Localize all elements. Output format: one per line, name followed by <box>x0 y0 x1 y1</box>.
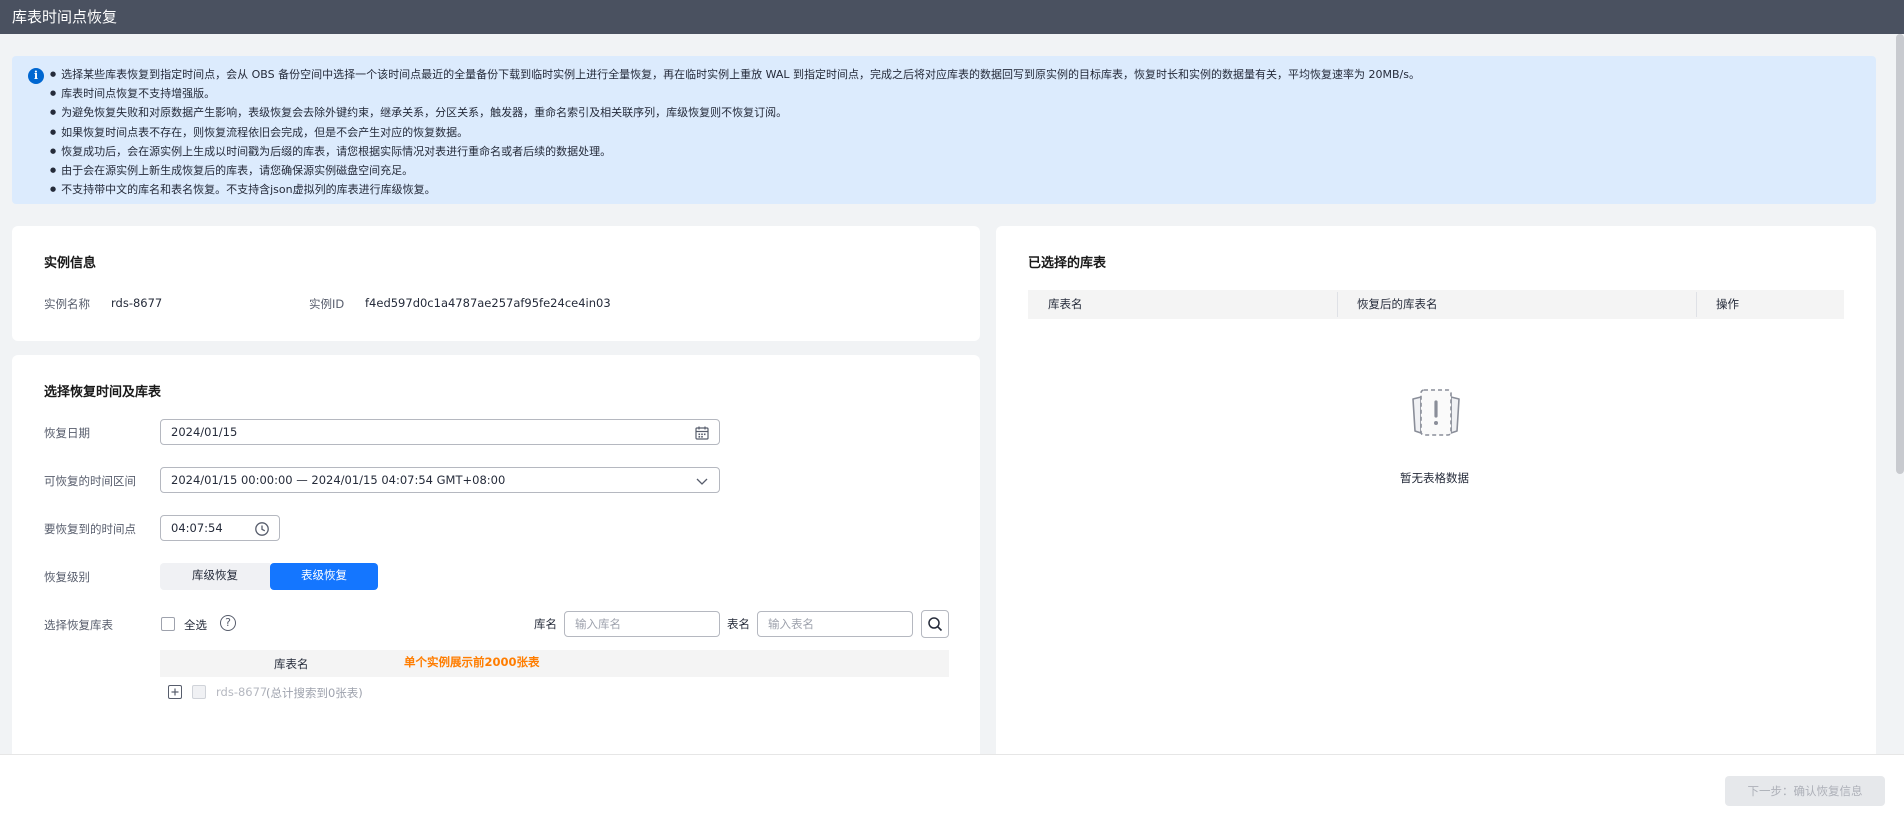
restore-date-label: 恢复日期 <box>44 426 90 440</box>
notice-item: 如果恢复时间点表不存在，则恢复流程依旧会完成，但是不会产生对应的恢复数据。 <box>50 124 1420 143</box>
footer-bar <box>0 754 1904 813</box>
instance-name-label: 实例名称 <box>44 297 90 311</box>
col-divider <box>1696 292 1697 317</box>
empty-data-text: 暂无表格数据 <box>1400 471 1469 485</box>
expand-icon[interactable] <box>168 685 182 699</box>
table-name-field[interactable] <box>758 612 912 636</box>
row-db-name: rds-8677 <box>216 685 268 699</box>
select-tables-label: 选择恢复库表 <box>44 618 113 632</box>
header-bar: 库表时间点恢复 <box>0 0 1904 34</box>
restore-settings-card <box>12 355 980 775</box>
help-icon[interactable]: ? <box>220 615 236 631</box>
table-name-label: 表名 <box>727 617 750 631</box>
instance-id-label: 实例ID <box>309 297 345 311</box>
selected-tables-title: 已选择的库表 <box>1028 256 1107 271</box>
calendar-icon[interactable] <box>694 425 710 441</box>
restore-range-select[interactable]: 2024/01/15 00:00:00 — 2024/01/15 04:07:5… <box>160 467 720 493</box>
restore-time-value: 04:07:54 <box>171 521 223 535</box>
db-level-restore-button[interactable]: 库级恢复 <box>160 563 270 590</box>
col-db-table-name: 库表名 <box>1048 297 1083 311</box>
search-button[interactable] <box>921 610 949 638</box>
restore-date-picker[interactable]: 2024/01/15 <box>160 419 720 445</box>
restore-time-picker[interactable]: 04:07:54 <box>160 515 280 541</box>
restore-level-label: 恢复级别 <box>44 570 90 584</box>
info-icon: i <box>28 68 44 84</box>
instance-info-card <box>12 226 980 341</box>
notice-item: 由于会在源实例上新生成恢复后的库表，请您确保源实例磁盘空间充足。 <box>50 162 1420 181</box>
notice-list: 选择某些库表恢复到指定时间点，会从 OBS 备份空间中选择一个该时间点最近的全量… <box>50 66 1420 200</box>
restore-range-value: 2024/01/15 00:00:00 — 2024/01/15 04:07:5… <box>171 473 506 487</box>
restore-date-value: 2024/01/15 <box>171 425 238 439</box>
row-checkbox <box>192 685 206 699</box>
select-all-checkbox[interactable] <box>161 617 175 631</box>
notice-box: i 选择某些库表恢复到指定时间点，会从 OBS 备份空间中选择一个该时间点最近的… <box>12 56 1876 204</box>
db-name-field[interactable] <box>565 612 719 636</box>
next-step-button[interactable]: 下一步：确认恢复信息 <box>1725 776 1885 806</box>
restore-settings-title: 选择恢复时间及库表 <box>44 385 162 400</box>
empty-data-icon <box>1408 385 1464 444</box>
db-name-input[interactable] <box>564 611 720 637</box>
restore-time-label: 要恢复到的时间点 <box>44 522 136 536</box>
table-name-input[interactable] <box>757 611 913 637</box>
table-level-restore-button[interactable]: 表级恢复 <box>270 563 378 590</box>
instance-info-title: 实例信息 <box>44 256 97 271</box>
col-restored-name: 恢复后的库表名 <box>1357 297 1438 311</box>
select-all-label[interactable]: 全选 <box>184 617 207 633</box>
instance-id-value: f4ed597d0c1a4787ae257af95fe24ce4in03 <box>365 296 611 310</box>
notice-item: 为避免恢复失败和对原数据产生影响，表级恢复会去除外键约束，继承关系，分区关系，触… <box>50 104 1420 123</box>
notice-item: 选择某些库表恢复到指定时间点，会从 OBS 备份空间中选择一个该时间点最近的全量… <box>50 66 1420 85</box>
notice-item: 恢复成功后，会在源实例上生成以时间戳为后缀的库表，请您根据实际情况对表进行重命名… <box>50 143 1420 162</box>
restore-range-label: 可恢复的时间区间 <box>44 474 136 488</box>
row-db-count: (总计搜索到0张表) <box>266 686 363 700</box>
col-table-name: 库表名 <box>274 657 309 671</box>
db-name-label: 库名 <box>534 617 557 631</box>
page-scrollbar[interactable] <box>1896 34 1904 474</box>
col-operation: 操作 <box>1716 297 1739 311</box>
col-note: 单个实例展示前2000张表 <box>404 655 540 669</box>
search-icon <box>927 616 943 635</box>
chevron-down-icon <box>694 473 710 489</box>
notice-item: 不支持带中文的库名和表名恢复。不支持含json虚拟列的库表进行库级恢复。 <box>50 181 1420 200</box>
instance-name-value: rds-8677 <box>111 296 163 310</box>
clock-icon[interactable] <box>254 521 270 537</box>
notice-item: 库表时间点恢复不支持增强版。 <box>50 85 1420 104</box>
col-divider <box>1337 292 1338 317</box>
page-title: 库表时间点恢复 <box>12 8 118 26</box>
